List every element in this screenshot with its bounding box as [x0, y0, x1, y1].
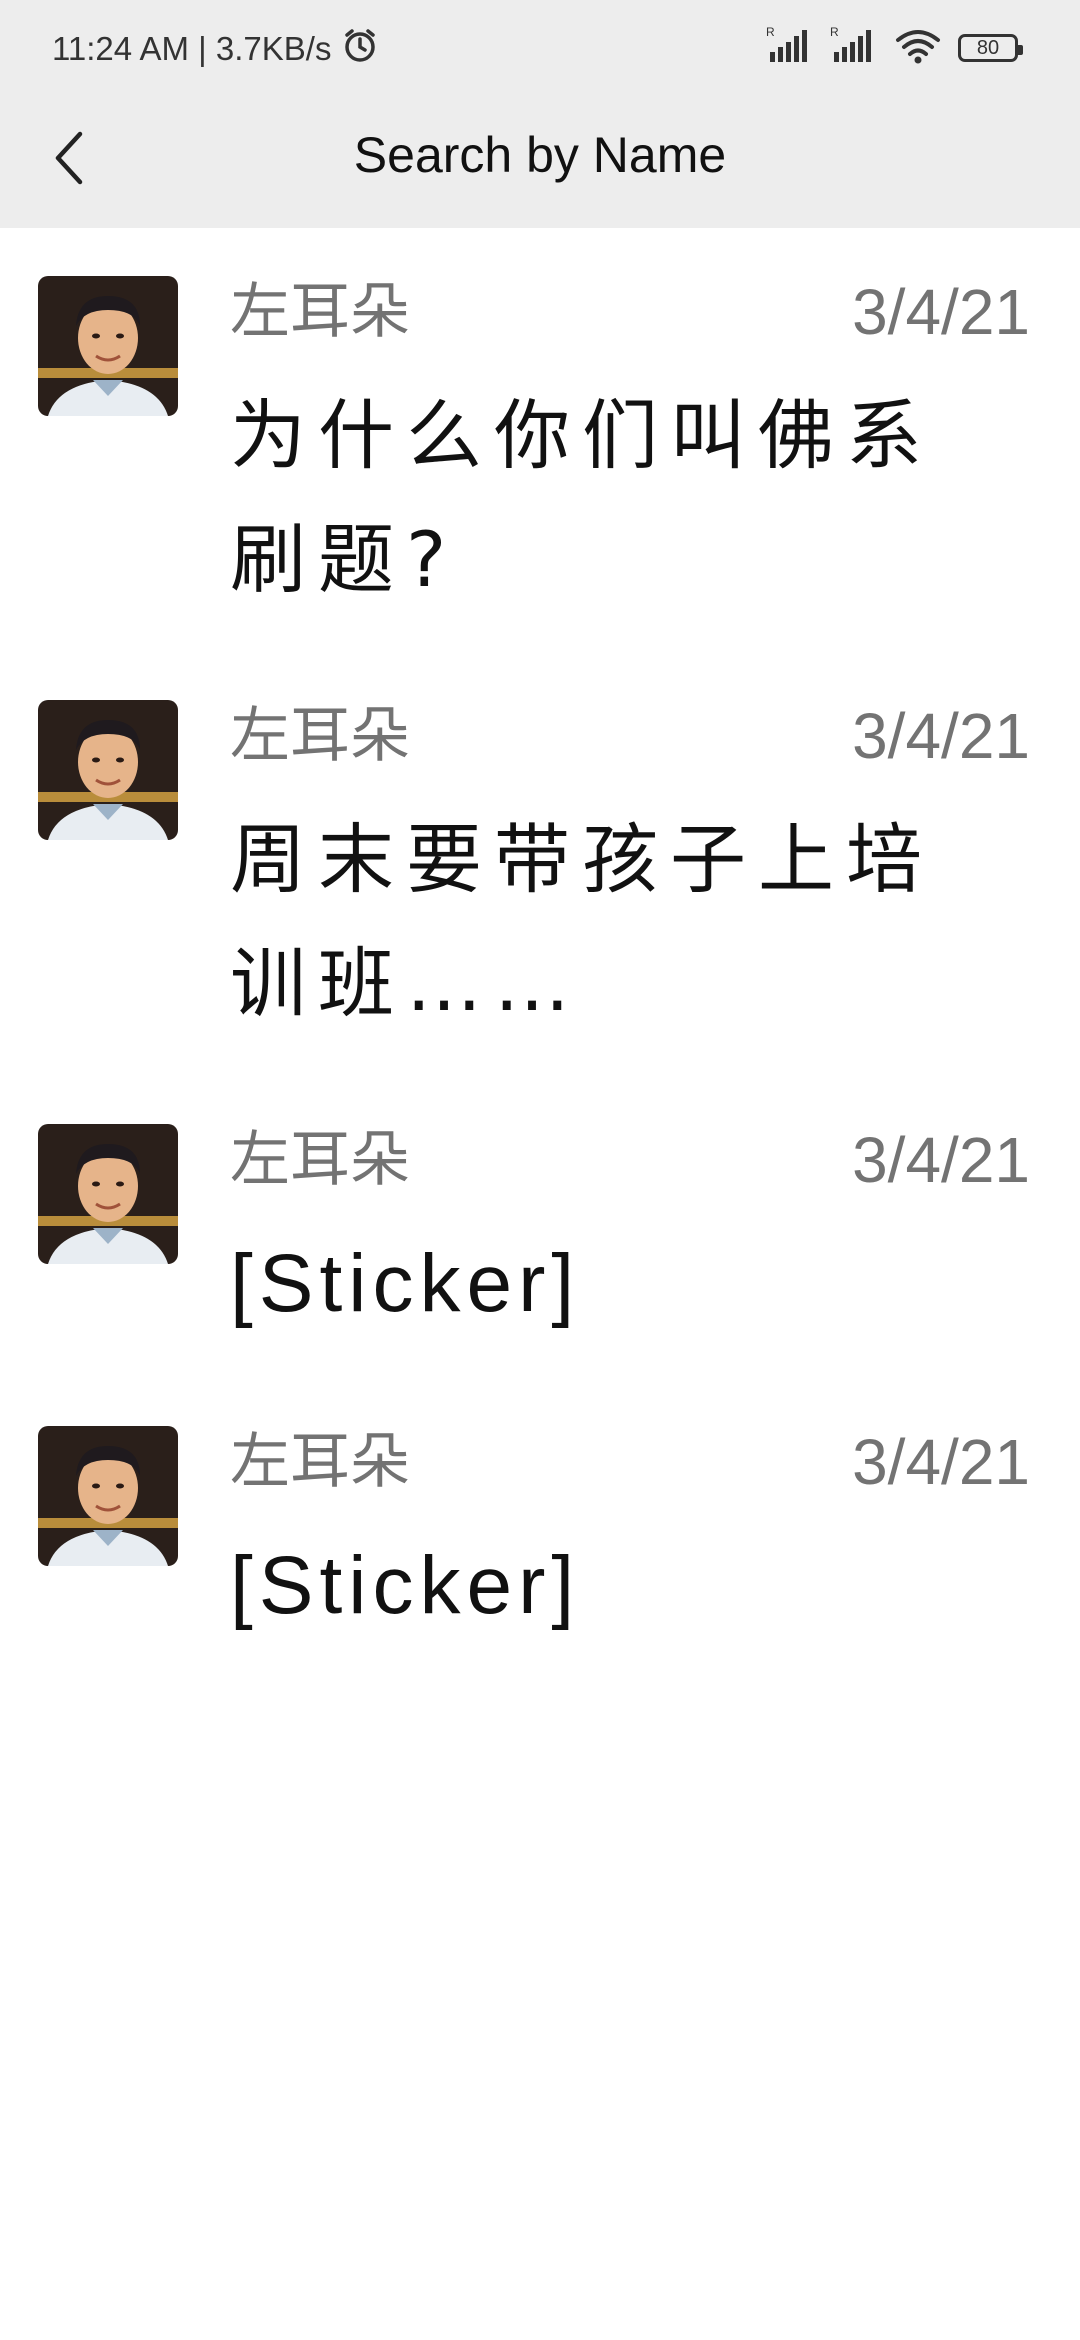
avatar[interactable] [38, 276, 178, 416]
wifi-icon [894, 26, 942, 70]
message-text: 周末要带孩子上培训班…… [230, 815, 934, 1028]
sender-name: 左耳朵 [230, 1125, 410, 1195]
signal-icon: R [766, 25, 814, 70]
avatar[interactable] [38, 1124, 178, 1264]
nav-bar: Search by Name [0, 96, 1080, 228]
page-title: Search by Name [353, 127, 727, 183]
search-results-list: 左耳朵 3/4/21 为什么你们叫佛系刷题? 左耳朵 3/4/21 周末要带孩子… [0, 228, 1080, 1680]
avatar[interactable] [38, 700, 178, 840]
sender-name: 左耳朵 [230, 701, 410, 771]
message-date: 3/4/21 [852, 700, 1030, 772]
status-right: R R 80 [766, 25, 1023, 70]
status-time-speed: 11:24 AM | 3.7KB/s [52, 30, 332, 67]
sender-name: 左耳朵 [230, 1427, 410, 1497]
signal-icon: R [830, 25, 878, 70]
message-date: 3/4/21 [852, 1124, 1030, 1196]
list-item[interactable]: 左耳朵 3/4/21 [Sticker] [0, 1378, 1080, 1680]
message-text: 为什么你们叫佛系刷题? [230, 391, 934, 604]
sender-name: 左耳朵 [230, 277, 410, 347]
message-date: 3/4/21 [852, 1426, 1030, 1498]
message-date: 3/4/21 [852, 276, 1030, 348]
avatar[interactable] [38, 1426, 178, 1566]
message-text: [Sticker] [230, 1540, 581, 1631]
signal-label: R [766, 26, 775, 39]
list-item[interactable]: 左耳朵 3/4/21 周末要带孩子上培训班…… [0, 652, 1080, 1076]
status-bar: 11:24 AM | 3.7KB/s R R 80 [0, 0, 1080, 96]
list-item[interactable]: 左耳朵 3/4/21 [Sticker] [0, 1076, 1080, 1378]
header-area: 11:24 AM | 3.7KB/s R R 80 Search by Name [0, 0, 1080, 228]
list-item[interactable]: 左耳朵 3/4/21 为什么你们叫佛系刷题? [0, 228, 1080, 652]
signal-label: R [830, 26, 839, 39]
message-text: [Sticker] [230, 1238, 581, 1329]
alarm-icon [341, 26, 379, 72]
status-left: 11:24 AM | 3.7KB/s [52, 26, 379, 72]
battery-icon: 80 [958, 34, 1023, 62]
